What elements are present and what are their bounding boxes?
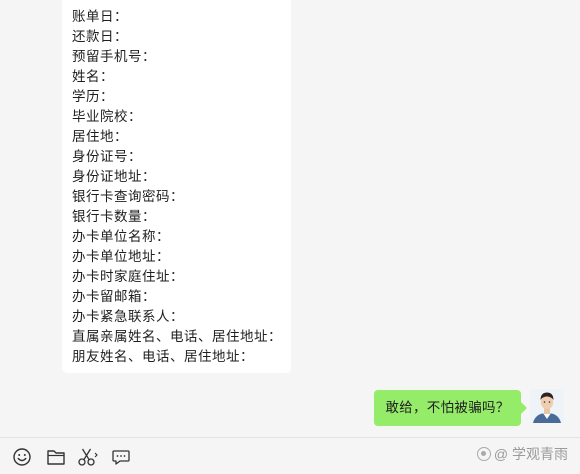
message-line-school: 毕业院校：: [72, 109, 142, 125]
message-line-home-address: 办卡时家庭住址：: [72, 269, 184, 285]
incoming-message-bubble[interactable]: 账单日： 还款日： 预留手机号： 姓名： 学历： 毕业院校： 居住地： 身份证号…: [62, 0, 291, 373]
chat-message-area: 账单日： 还款日： 预留手机号： 姓名： 学历： 毕业院校： 居住地： 身份证号…: [0, 0, 580, 436]
watermark: @ 学观青雨: [476, 442, 568, 466]
message-line-card-password: 银行卡查询密码：: [72, 189, 184, 205]
avatar[interactable]: [530, 389, 564, 423]
message-line-email: 办卡留邮箱：: [72, 289, 156, 305]
message-line-statement-day: 账单日：: [72, 9, 128, 25]
message-line-repayment-day: 还款日：: [72, 29, 128, 45]
scissors-icon[interactable]: [77, 446, 99, 468]
avatar-image: [530, 389, 564, 423]
outgoing-message-bubble[interactable]: 敢给，不怕被骗吗？: [374, 390, 527, 426]
watermark-text: @ 学观青雨: [493, 446, 568, 462]
emoji-icon[interactable]: [11, 446, 33, 468]
message-line-emergency-contact: 办卡紧急联系人：: [72, 309, 184, 325]
message-line-employer-name: 办卡单位名称：: [72, 229, 170, 245]
message-line-residence: 居住地：: [72, 129, 128, 145]
message-line-id-number: 身份证号：: [72, 149, 142, 165]
message-line-education: 学历：: [72, 89, 114, 105]
message-line-employer-address: 办卡单位地址：: [72, 249, 170, 265]
message-line-id-address: 身份证地址：: [72, 169, 156, 185]
message-line-name: 姓名：: [72, 69, 114, 85]
watermark-logo-icon: [476, 447, 491, 461]
message-line-reserved-phone: 预留手机号：: [72, 49, 156, 65]
folder-icon[interactable]: [45, 446, 67, 468]
message-line-relatives: 直属亲属姓名、电话、居住地址：: [72, 329, 282, 345]
message-line-card-count: 银行卡数量：: [72, 209, 156, 225]
message-line-friends: 朋友姓名、电话、居住地址：: [72, 349, 254, 365]
chat-bubble-icon[interactable]: [110, 446, 132, 468]
